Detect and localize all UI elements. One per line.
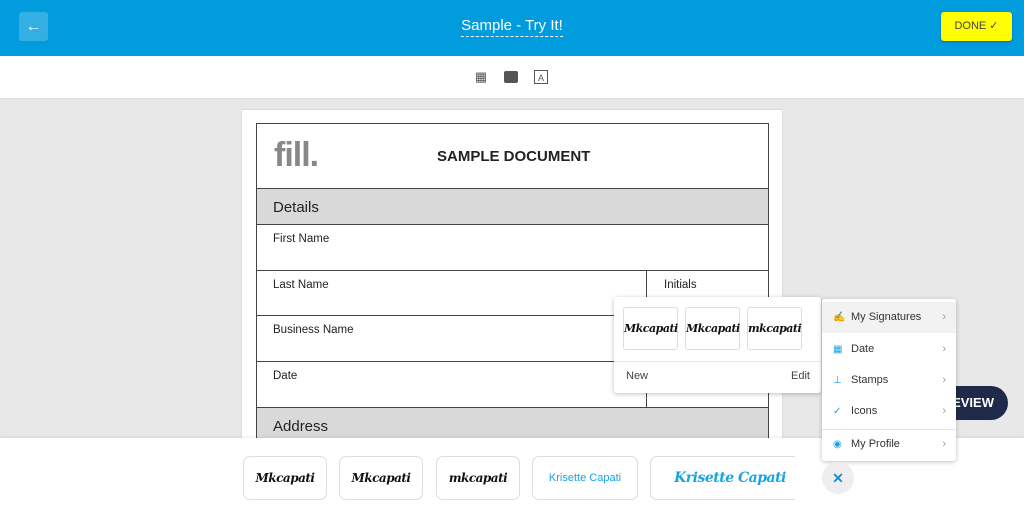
signature-card[interactable]: Krisette Capati: [650, 456, 810, 500]
label-date: Date: [273, 370, 298, 382]
menu-item-stamps[interactable]: ⊥ Stamps ›: [822, 365, 956, 396]
signature-popup: Mkcapati Mkcapati mkcapati New Edit: [614, 297, 821, 393]
close-menu-button[interactable]: ✕: [822, 462, 854, 494]
signature-card[interactable]: Mkcapati: [339, 456, 423, 500]
saved-signature[interactable]: Mkcapati: [623, 307, 678, 350]
saved-signature[interactable]: Mkcapati: [685, 307, 740, 350]
signature-icon: ✍: [833, 312, 846, 323]
document-title[interactable]: Sample - Try It!: [0, 17, 1024, 37]
check-circle-icon: ✓: [833, 406, 842, 417]
table-icon[interactable]: ▦: [474, 70, 488, 84]
fill-logo: fill.: [274, 136, 319, 174]
label-business-name: Business Name: [273, 324, 354, 336]
edit-signatures-button[interactable]: Edit: [791, 370, 810, 382]
menu-item-date[interactable]: ▦ Date ›: [822, 334, 956, 365]
signature-card[interactable]: mkcapati: [436, 456, 520, 500]
new-signature-button[interactable]: New: [626, 370, 648, 382]
section-details: Details: [257, 189, 768, 225]
stamp-icon: ⊥: [833, 375, 842, 386]
text-box-icon[interactable]: A: [534, 70, 548, 84]
label-last-name: Last Name: [273, 279, 329, 291]
image-icon[interactable]: [504, 71, 518, 83]
document-header: fill. SAMPLE DOCUMENT: [257, 124, 768, 189]
signature-card[interactable]: Mkcapati: [243, 456, 327, 500]
menu-item-my-profile[interactable]: ◉ My Profile ›: [822, 429, 956, 460]
calendar-icon: ▦: [833, 344, 843, 355]
label-initials: Initials: [664, 279, 697, 291]
document-heading: SAMPLE DOCUMENT: [437, 148, 591, 165]
field-first-name[interactable]: First Name: [257, 225, 768, 271]
title-text[interactable]: Sample - Try It!: [461, 17, 563, 37]
menu-item-icons[interactable]: ✓ Icons ›: [822, 396, 956, 427]
document-page: fill. SAMPLE DOCUMENT Details First Name…: [242, 110, 782, 463]
menu-item-my-signatures[interactable]: ✍ My Signatures ›: [822, 302, 956, 333]
saved-signature[interactable]: mkcapati: [747, 307, 802, 350]
insert-menu: ✍ My Signatures › ▦ Date › ⊥ Stamps › ✓ Icons › …: [822, 299, 956, 461]
header-bar: ← Sample - Try It! DONE ✓: [0, 0, 1024, 56]
signature-card[interactable]: Krisette Capati: [532, 456, 638, 500]
done-button[interactable]: DONE ✓: [941, 12, 1012, 41]
toolbar: ▦ A: [0, 56, 1024, 99]
user-circle-icon: ◉: [833, 439, 842, 450]
label-first-name: First Name: [273, 233, 330, 245]
